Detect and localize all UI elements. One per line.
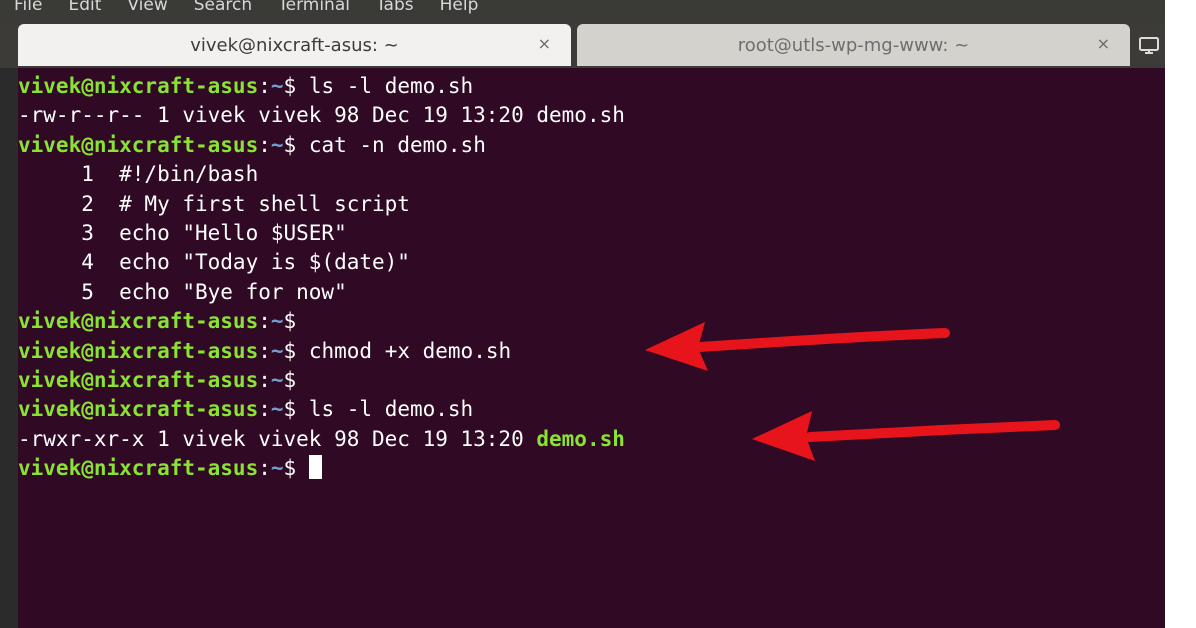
prompt-user: vivek@nixcraft-asus [18, 132, 259, 157]
output-text: -rwxr-xr-x 1 vivek vivek 98 Dec 19 13:20 [18, 426, 537, 451]
output-line: -rwxr-xr-x 1 vivek vivek 98 Dec 19 13:20… [18, 425, 625, 454]
menu-bar: File Edit View Search Terminal Tabs Help [0, 0, 1165, 22]
prompt-dollar: $ [283, 132, 297, 157]
prompt-dollar: $ [283, 309, 297, 334]
prompt-line: vivek@nixcraft-asus:~$ ls -l demo.sh [18, 395, 473, 424]
prompt-colon: : [258, 132, 271, 157]
terminal-body[interactable]: vivek@nixcraft-asus:~$ ls -l demo.sh -rw-… [18, 68, 1165, 628]
prompt-path: ~ [270, 456, 284, 481]
menu-help[interactable]: Help [426, 0, 491, 15]
prompt-user: vivek@nixcraft-asus [18, 368, 259, 392]
prompt-dollar: $ [283, 456, 297, 481]
command-text: ls -l demo.sh [296, 74, 474, 98]
menu-file[interactable]: File [0, 0, 54, 15]
prompt-path: ~ [270, 132, 284, 157]
prompt-dollar: $ [283, 338, 297, 363]
command-text: chmod +x demo.sh [296, 338, 512, 363]
menu-search[interactable]: Search [180, 0, 264, 15]
prompt-path: ~ [270, 397, 284, 422]
prompt-user: vivek@nixcraft-asus [18, 309, 259, 334]
prompt-line: vivek@nixcraft-asus:~$ cat -n demo.sh [18, 131, 486, 160]
page-margin [1165, 0, 1196, 628]
tab-title: vivek@nixcraft-asus: ~ [190, 34, 399, 56]
menu-view[interactable]: View [113, 0, 179, 15]
prompt-dollar: $ [283, 397, 297, 422]
prompt-path: ~ [270, 338, 284, 363]
prompt-line: vivek@nixcraft-asus:~$ [18, 366, 296, 395]
output-text: 2 # My first shell script [18, 191, 410, 216]
text-cursor [308, 455, 322, 480]
prompt-line: vivek@nixcraft-asus:~$ ls -l demo.sh [18, 72, 473, 101]
prompt-colon: : [258, 309, 271, 334]
terminal-window: File Edit View Search Terminal Tabs Help… [0, 0, 1165, 628]
menu-edit[interactable]: Edit [54, 0, 113, 15]
menu-terminal[interactable]: Terminal [264, 0, 362, 15]
prompt-colon: : [258, 397, 271, 422]
prompt-user: vivek@nixcraft-asus [18, 456, 259, 481]
output-line: 3 echo "Hello $USER" [18, 219, 347, 248]
output-text: 4 echo "Today is $(date)" [18, 250, 410, 275]
menu-tabs[interactable]: Tabs [362, 0, 426, 15]
prompt-line: vivek@nixcraft-asus:~$ [18, 307, 296, 336]
prompt-path: ~ [270, 309, 284, 334]
prompt-colon: : [258, 368, 271, 392]
prompt-line: vivek@nixcraft-asus:~$ [18, 454, 322, 483]
output-line: 2 # My first shell script [18, 190, 410, 219]
prompt-user: vivek@nixcraft-asus [18, 397, 259, 422]
tab-title: root@utls-wp-mg-www: ~ [737, 34, 970, 56]
prompt-line: vivek@nixcraft-asus:~$ chmod +x demo.sh [18, 337, 511, 366]
tab-root[interactable]: root@utls-wp-mg-www: ~ × [577, 24, 1130, 66]
prompt-dollar: $ [283, 74, 297, 98]
executable-filename: demo.sh [536, 426, 625, 451]
output-line: 5 echo "Bye for now" [18, 278, 347, 307]
command-text [296, 456, 309, 480]
prompt-dollar: $ [283, 368, 297, 392]
command-text: ls -l demo.sh [296, 397, 474, 422]
prompt-user: vivek@nixcraft-asus [18, 74, 259, 98]
output-text: 1 #!/bin/bash [18, 162, 259, 187]
tab-bar: vivek@nixcraft-asus: ~ × root@utls-wp-mg… [0, 22, 1165, 68]
output-text: 3 echo "Hello $USER" [18, 221, 347, 245]
output-line: -rw-r--r-- 1 vivek vivek 98 Dec 19 13:20… [18, 101, 625, 130]
tab-vivek[interactable]: vivek@nixcraft-asus: ~ × [18, 24, 571, 66]
output-line: 1 #!/bin/bash [18, 160, 258, 189]
output-text: -rw-r--r-- 1 vivek vivek 98 Dec 19 13:20… [18, 103, 625, 128]
close-icon[interactable]: × [1097, 34, 1110, 53]
prompt-colon: : [258, 338, 271, 363]
tabs-menu-icon[interactable] [1138, 36, 1160, 56]
prompt-colon: : [258, 74, 271, 98]
output-line: 4 echo "Today is $(date)" [18, 248, 410, 277]
command-text: cat -n demo.sh [296, 132, 486, 157]
prompt-path: ~ [270, 74, 284, 98]
prompt-path: ~ [270, 368, 284, 392]
prompt-user: vivek@nixcraft-asus [18, 338, 259, 363]
output-text: 5 echo "Bye for now" [18, 279, 347, 304]
prompt-colon: : [258, 456, 271, 481]
close-icon[interactable]: × [538, 34, 551, 53]
